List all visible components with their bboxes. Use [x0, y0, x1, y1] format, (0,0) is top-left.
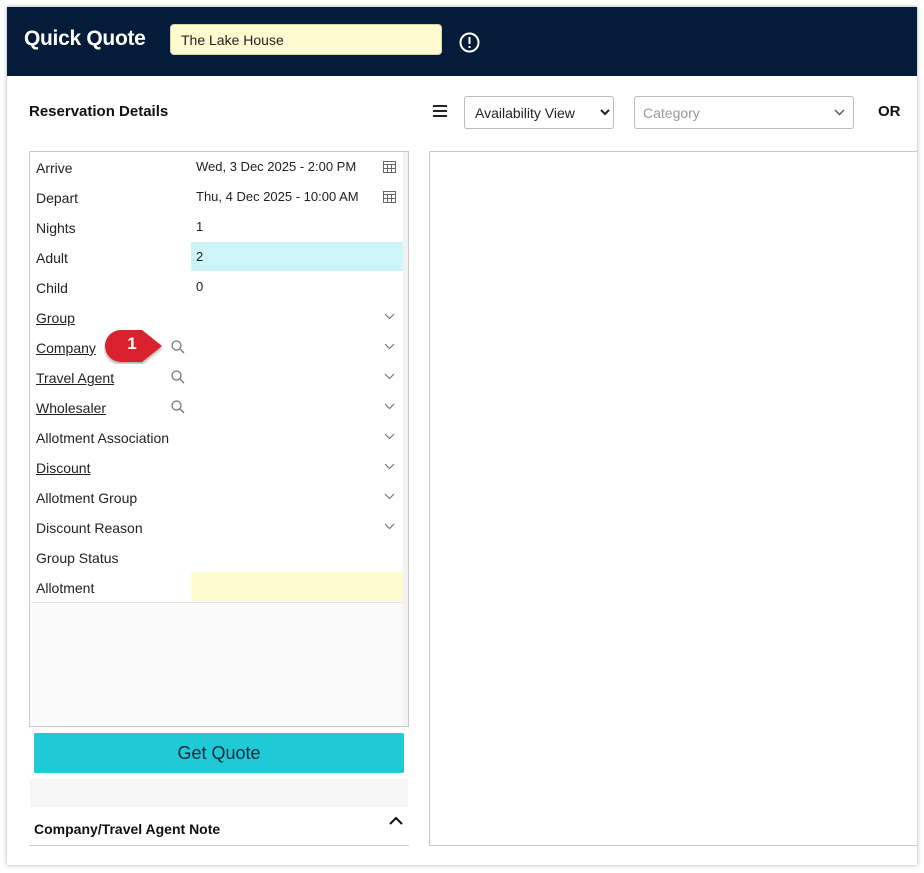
row-child: Child 0: [31, 272, 403, 303]
arrive-label: Arrive: [36, 160, 73, 176]
property-input[interactable]: [170, 24, 442, 55]
group-link[interactable]: Group: [36, 310, 75, 326]
category-placeholder: Category: [643, 105, 700, 121]
availability-panel: [429, 151, 917, 846]
row-nights: Nights 1: [31, 212, 403, 243]
row-allotment-association[interactable]: Allotment Association: [31, 422, 403, 453]
discount-link[interactable]: Discount: [36, 460, 90, 476]
category-dropdown[interactable]: Category: [634, 96, 854, 129]
search-icon[interactable]: [171, 400, 185, 414]
nights-label: Nights: [36, 220, 76, 236]
row-allotment-group[interactable]: Allotment Group: [31, 482, 403, 513]
note-spacer: [30, 779, 408, 807]
row-allotment: Allotment: [31, 572, 403, 603]
nights-field[interactable]: 1: [191, 212, 403, 241]
row-travel-agent[interactable]: Travel Agent: [31, 362, 403, 393]
hamburger-menu-icon[interactable]: [433, 104, 447, 118]
adult-label: Adult: [36, 250, 68, 266]
adult-field[interactable]: 2: [191, 242, 403, 271]
child-field[interactable]: 0: [191, 272, 403, 301]
allotment-group-label: Allotment Group: [36, 490, 138, 506]
step-callout-number: 1: [127, 334, 137, 353]
depart-label: Depart: [36, 190, 79, 206]
row-arrive: Arrive Wed, 3 Dec 2025 - 2:00 PM: [31, 152, 403, 183]
chevron-down-icon[interactable]: [384, 463, 395, 470]
or-label: OR: [878, 103, 901, 120]
allotment-association-label: Allotment Association: [36, 430, 170, 446]
chevron-down-icon[interactable]: [384, 373, 395, 380]
row-discount-reason[interactable]: Discount Reason: [31, 512, 403, 543]
row-discount[interactable]: Discount: [31, 452, 403, 483]
chevron-down-icon[interactable]: [384, 403, 395, 410]
child-label: Child: [36, 280, 68, 296]
reservation-details-title: Reservation Details: [29, 103, 169, 120]
allotment-label: Allotment: [36, 580, 95, 596]
get-quote-button[interactable]: Get Quote: [34, 733, 404, 773]
depart-field[interactable]: Thu, 4 Dec 2025 - 10:00 AM: [191, 182, 403, 211]
search-icon[interactable]: [171, 340, 185, 354]
app-title: Quick Quote: [24, 27, 146, 50]
header-bar: Quick Quote: [7, 7, 917, 76]
arrive-field[interactable]: Wed, 3 Dec 2025 - 2:00 PM: [191, 152, 403, 181]
chevron-down-icon[interactable]: [384, 493, 395, 500]
allotment-field[interactable]: [191, 572, 403, 601]
travel-agent-link[interactable]: Travel Agent: [36, 370, 114, 386]
view-select[interactable]: Availability View: [464, 96, 614, 129]
group-status-label: Group Status: [36, 550, 119, 566]
row-company[interactable]: Company: [31, 332, 403, 363]
company-travel-agent-note-title: Company/Travel Agent Note: [34, 821, 221, 837]
chevron-down-icon[interactable]: [384, 433, 395, 440]
calendar-icon[interactable]: [383, 160, 396, 173]
divider: [29, 845, 409, 846]
reservation-form-panel: Arrive Wed, 3 Dec 2025 - 2:00 PM Depart …: [29, 151, 409, 727]
quick-quote-window: Quick Quote Reservation Details Availabi…: [7, 7, 917, 865]
chevron-up-icon[interactable]: [388, 816, 404, 826]
info-alert-icon[interactable]: [459, 32, 480, 53]
company-link[interactable]: Company: [36, 340, 96, 356]
row-adult: Adult 2: [31, 242, 403, 273]
chevron-down-icon: [834, 109, 845, 116]
chevron-down-icon[interactable]: [384, 343, 395, 350]
row-group[interactable]: Group: [31, 302, 403, 333]
chevron-down-icon[interactable]: [384, 523, 395, 530]
panel-scrollbar[interactable]: [403, 152, 408, 726]
discount-reason-label: Discount Reason: [36, 520, 143, 536]
row-depart: Depart Thu, 4 Dec 2025 - 10:00 AM: [31, 182, 403, 213]
wholesaler-link[interactable]: Wholesaler: [36, 400, 106, 416]
row-group-status: Group Status: [31, 542, 403, 573]
chevron-down-icon[interactable]: [384, 313, 395, 320]
calendar-icon[interactable]: [383, 190, 396, 203]
row-wholesaler[interactable]: Wholesaler: [31, 392, 403, 423]
search-icon[interactable]: [171, 370, 185, 384]
